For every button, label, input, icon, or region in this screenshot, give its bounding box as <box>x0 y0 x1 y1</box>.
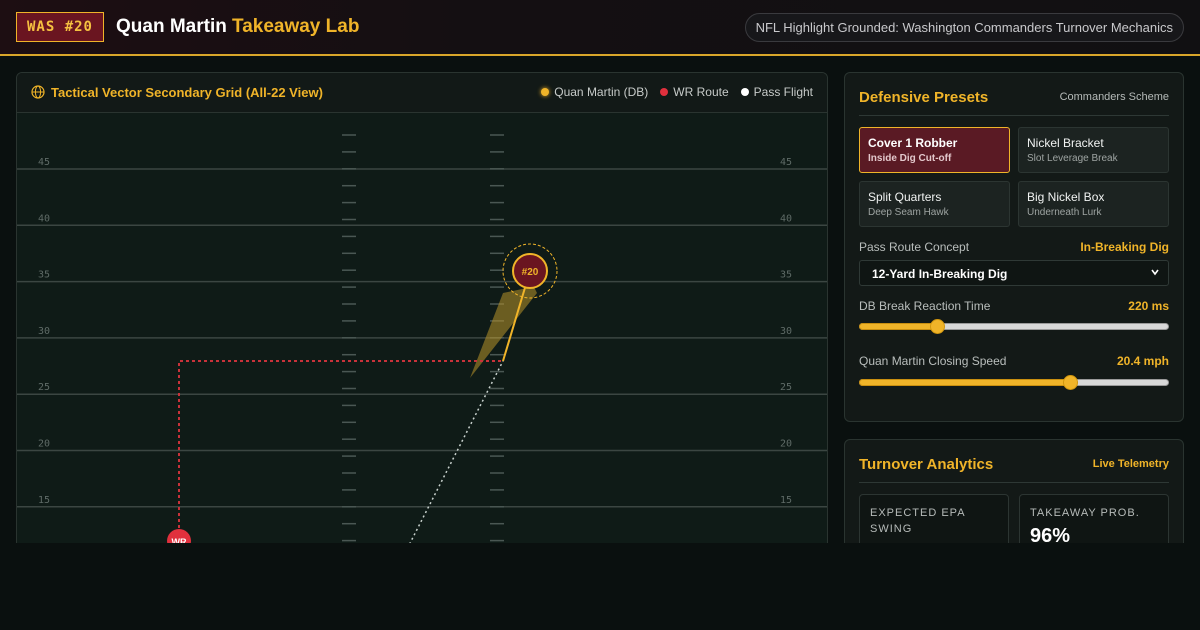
presets-scheme: Commanders Scheme <box>1059 91 1169 103</box>
yard-number-left: 25 <box>38 382 50 393</box>
field-grid[interactable]: 45 4540 4035 3530 3025 2520 2015 15 #20 WR <box>17 113 828 552</box>
closing-speed-value: 20.4 mph <box>1116 354 1169 368</box>
slider-fill <box>859 323 937 330</box>
legend-dot-db <box>541 88 550 96</box>
globe-icon <box>31 85 45 99</box>
legend-item-wr: WR Route <box>660 85 729 99</box>
live-telemetry-badge: Live Telemetry <box>1092 458 1169 470</box>
preset-name: Cover 1 Robber <box>868 136 958 150</box>
field-panel-header: Tactical Vector Secondary Grid (All-22 V… <box>17 73 827 113</box>
legend-dot-wr <box>660 88 669 96</box>
yard-number-left: 15 <box>38 495 50 506</box>
preset-desc: Inside Dig Cut-off <box>868 153 952 164</box>
player-name: Quan Martin <box>116 16 227 37</box>
field-panel: Tactical Vector Secondary Grid (All-22 V… <box>16 72 828 552</box>
reaction-time-label: DB Break Reaction Time <box>859 299 991 313</box>
reaction-time-slider[interactable] <box>859 319 1169 334</box>
stat-label: TAKEAWAY PROB. <box>1030 507 1140 519</box>
player-badge: WAS #20 <box>16 12 104 42</box>
preset-big-nickel-box[interactable]: Big Nickel Box Underneath Lurk <box>1018 181 1169 227</box>
preset-desc: Slot Leverage Break <box>1027 153 1118 164</box>
analytics-title: Turnover Analytics <box>859 456 994 473</box>
preset-name: Big Nickel Box <box>1027 190 1105 204</box>
yard-number-right: 35 <box>780 270 792 281</box>
divider <box>859 482 1169 483</box>
db-marker[interactable]: #20 <box>512 253 548 289</box>
preset-cover-1-robber[interactable]: Cover 1 Robber Inside Dig Cut-off <box>859 127 1010 173</box>
yard-number-left: 45 <box>38 157 50 168</box>
defensive-presets-panel: Defensive Presets Commanders Scheme Cove… <box>844 72 1184 422</box>
yard-number-right: 15 <box>780 495 792 506</box>
preset-desc: Deep Seam Hawk <box>868 207 949 218</box>
divider <box>859 115 1169 116</box>
legend-item-db: Quan Martin (DB) <box>541 85 648 99</box>
stat-label: EXPECTED EPA SWING <box>870 507 965 535</box>
yard-number-right: 30 <box>780 326 792 337</box>
field-title: Tactical Vector Secondary Grid (All-22 V… <box>51 85 323 100</box>
yard-number-left: 35 <box>38 270 50 281</box>
page-bottom-bar <box>0 543 1200 630</box>
legend-dot-pass <box>740 88 749 96</box>
route-concept-select[interactable]: 12-Yard In-Breaking Dig <box>859 260 1169 286</box>
yard-number-left: 30 <box>38 326 50 337</box>
route-concept-selected: 12-Yard In-Breaking Dig <box>872 267 1008 281</box>
legend-item-pass: Pass Flight <box>740 85 813 99</box>
yard-number-right: 20 <box>780 439 792 450</box>
db-marker-label: #20 <box>522 267 539 278</box>
presets-title: Defensive Presets <box>859 89 989 106</box>
route-concept-label: Pass Route Concept <box>859 240 970 254</box>
preset-split-quarters[interactable]: Split Quarters Deep Seam Hawk <box>859 181 1010 227</box>
chevron-down-icon <box>1151 269 1159 276</box>
slider-thumb[interactable] <box>1062 375 1078 390</box>
preset-name: Nickel Bracket <box>1027 136 1104 150</box>
slider-fill <box>859 379 1070 386</box>
legend-label-pass: Pass Flight <box>753 85 813 99</box>
preset-nickel-bracket[interactable]: Nickel Bracket Slot Leverage Break <box>1018 127 1169 173</box>
yard-number-left: 20 <box>38 439 50 450</box>
closing-speed-label: Quan Martin Closing Speed <box>859 354 1007 368</box>
yard-number-right: 25 <box>780 382 792 393</box>
legend-label-db: Quan Martin (DB) <box>554 85 649 99</box>
route-concept-value: In-Breaking Dig <box>1080 240 1169 254</box>
slider-thumb[interactable] <box>929 319 945 334</box>
yard-number-right: 45 <box>780 157 792 168</box>
app-title: Takeaway Lab <box>232 16 360 37</box>
yard-number-right: 40 <box>780 213 792 224</box>
highlight-pill: NFL Highlight Grounded: Washington Comma… <box>744 13 1184 42</box>
preset-desc: Underneath Lurk <box>1027 207 1102 218</box>
yard-number-left: 40 <box>38 213 50 224</box>
preset-name: Split Quarters <box>868 190 942 204</box>
closing-speed-slider[interactable] <box>859 375 1169 390</box>
legend-label-wr: WR Route <box>673 85 729 99</box>
field-legend: Quan Martin (DB) WR Route Pass Flight <box>541 85 813 99</box>
app-header: WAS #20 Quan Martin Takeaway Lab NFL Hig… <box>0 0 1200 56</box>
reaction-time-value: 220 ms <box>1128 299 1169 313</box>
